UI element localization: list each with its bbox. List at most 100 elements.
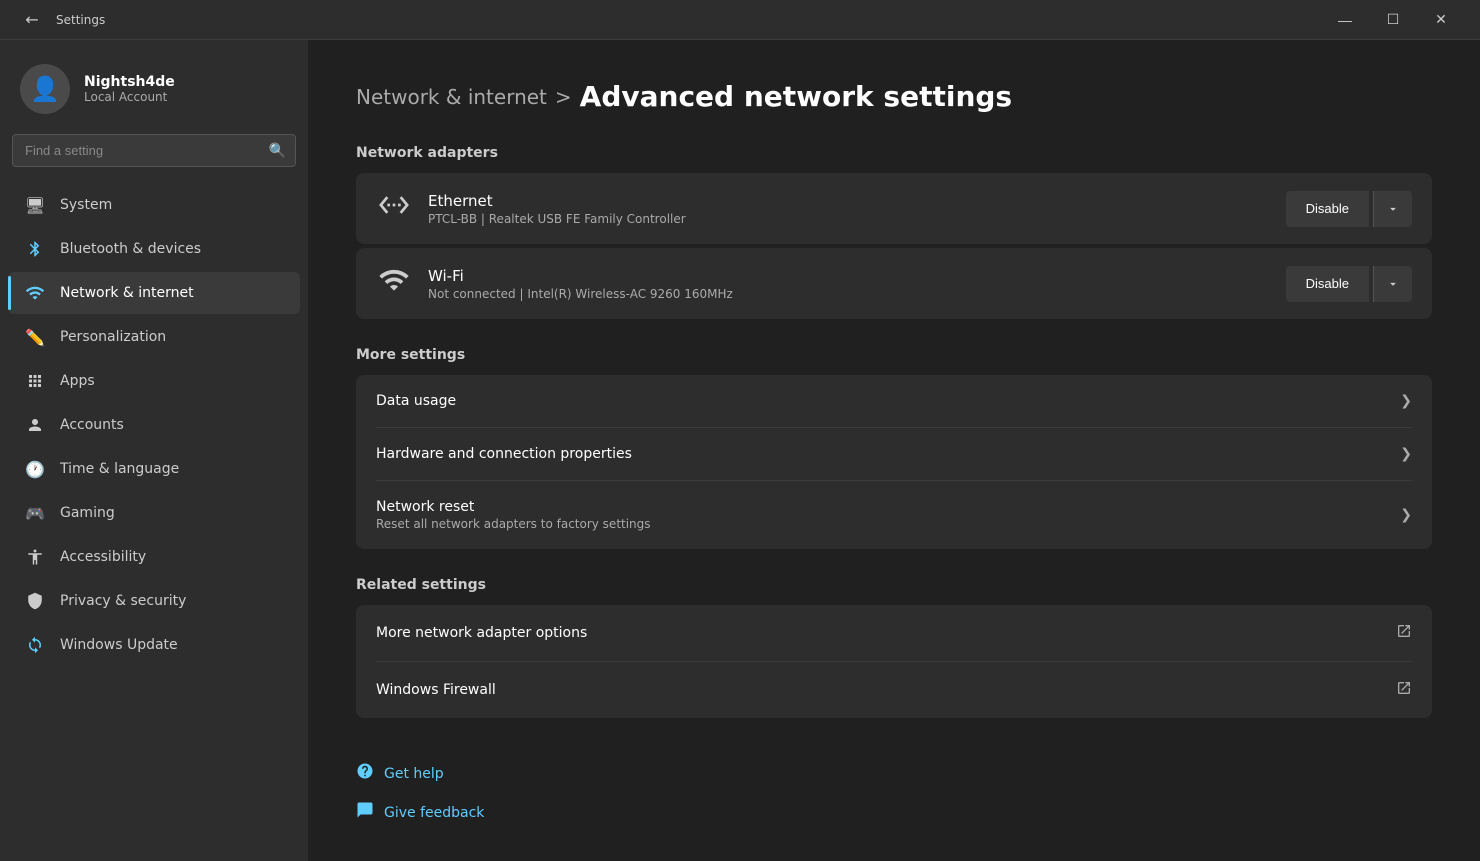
nav-network[interactable]: Network & internet bbox=[8, 272, 300, 314]
profile-name: Nightsh4de bbox=[84, 74, 175, 90]
nav-accessibility[interactable]: Accessibility bbox=[8, 536, 300, 578]
nav-bluetooth-label: Bluetooth & devices bbox=[60, 241, 201, 257]
profile-subtitle: Local Account bbox=[84, 90, 175, 104]
profile-info: Nightsh4de Local Account bbox=[84, 74, 175, 104]
give-feedback-icon bbox=[356, 801, 374, 824]
back-button[interactable]: ← bbox=[16, 4, 48, 36]
search-input[interactable] bbox=[12, 134, 296, 167]
app-title: Settings bbox=[56, 13, 1322, 27]
network-icon bbox=[24, 282, 46, 304]
ethernet-name: Ethernet bbox=[428, 192, 1270, 210]
ethernet-controls: Disable bbox=[1286, 191, 1412, 227]
nav-update[interactable]: Windows Update bbox=[8, 624, 300, 666]
firewall-content: Windows Firewall bbox=[376, 682, 1396, 698]
network-reset-chevron-icon: ❯ bbox=[1400, 507, 1412, 523]
get-help-label: Get help bbox=[384, 766, 444, 782]
close-button[interactable]: ✕ bbox=[1418, 4, 1464, 36]
nav-time-label: Time & language bbox=[60, 461, 179, 477]
personalization-icon: ✏️ bbox=[24, 326, 46, 348]
network-reset-content: Network reset Reset all network adapters… bbox=[376, 499, 1400, 531]
give-feedback-link[interactable]: Give feedback bbox=[356, 797, 1432, 828]
nav-gaming-label: Gaming bbox=[60, 505, 115, 521]
ethernet-icon bbox=[376, 189, 412, 228]
nav-system[interactable]: 🖥 System bbox=[8, 184, 300, 226]
network-reset-title: Network reset bbox=[376, 499, 1400, 515]
data-usage-content: Data usage bbox=[376, 393, 1400, 409]
wifi-name: Wi-Fi bbox=[428, 267, 1270, 285]
main-content: Network & internet > Advanced network se… bbox=[308, 40, 1480, 861]
system-icon: 🖥 bbox=[24, 194, 46, 216]
nav-bluetooth[interactable]: Bluetooth & devices bbox=[8, 228, 300, 270]
minimize-button[interactable]: — bbox=[1322, 4, 1368, 36]
accessibility-icon bbox=[24, 546, 46, 568]
wifi-disable-button[interactable]: Disable bbox=[1286, 266, 1369, 302]
firewall-row[interactable]: Windows Firewall bbox=[356, 662, 1432, 718]
more-adapter-row[interactable]: More network adapter options bbox=[356, 605, 1432, 661]
firewall-title: Windows Firewall bbox=[376, 682, 1396, 698]
sidebar: 👤 Nightsh4de Local Account 🔍 🖥 System Bl… bbox=[0, 40, 308, 861]
firewall-external-icon bbox=[1396, 680, 1412, 700]
more-adapter-content: More network adapter options bbox=[376, 625, 1396, 641]
data-usage-title: Data usage bbox=[376, 393, 1400, 409]
wifi-desc: Not connected | Intel(R) Wireless-AC 926… bbox=[428, 287, 1270, 301]
related-settings-card: More network adapter options Windows Fir… bbox=[356, 605, 1432, 718]
nav-accounts-label: Accounts bbox=[60, 417, 124, 433]
nav-accounts[interactable]: Accounts bbox=[8, 404, 300, 446]
network-reset-row[interactable]: Network reset Reset all network adapters… bbox=[356, 481, 1432, 549]
nav-gaming[interactable]: 🎮 Gaming bbox=[8, 492, 300, 534]
avatar-icon: 👤 bbox=[30, 75, 60, 103]
title-bar: ← Settings — ☐ ✕ bbox=[0, 0, 1480, 40]
nav-update-label: Windows Update bbox=[60, 637, 178, 653]
ethernet-card: Ethernet PTCL-BB | Realtek USB FE Family… bbox=[356, 173, 1432, 244]
time-icon: 🕐 bbox=[24, 458, 46, 480]
nav-time[interactable]: 🕐 Time & language bbox=[8, 448, 300, 490]
apps-icon bbox=[24, 370, 46, 392]
ethernet-desc: PTCL-BB | Realtek USB FE Family Controll… bbox=[428, 212, 1270, 226]
breadcrumb-current: Advanced network settings bbox=[580, 80, 1012, 113]
ethernet-chevron-button[interactable] bbox=[1373, 191, 1412, 227]
nav-apps-label: Apps bbox=[60, 373, 95, 389]
footer-links: Get help Give feedback bbox=[356, 758, 1432, 828]
nav-personalization-label: Personalization bbox=[60, 329, 166, 345]
accounts-icon bbox=[24, 414, 46, 436]
privacy-icon bbox=[24, 590, 46, 612]
data-usage-row[interactable]: Data usage ❯ bbox=[356, 375, 1432, 427]
wifi-icon bbox=[376, 264, 412, 303]
hardware-title: Hardware and connection properties bbox=[376, 446, 1400, 462]
give-feedback-label: Give feedback bbox=[384, 805, 484, 821]
wifi-card: Wi-Fi Not connected | Intel(R) Wireless-… bbox=[356, 248, 1432, 319]
breadcrumb-parent[interactable]: Network & internet bbox=[356, 85, 547, 109]
avatar: 👤 bbox=[20, 64, 70, 114]
search-icon: 🔍 bbox=[269, 143, 286, 159]
nav-network-label: Network & internet bbox=[60, 285, 194, 301]
more-adapter-title: More network adapter options bbox=[376, 625, 1396, 641]
nav-privacy-label: Privacy & security bbox=[60, 593, 186, 609]
profile-section: 👤 Nightsh4de Local Account bbox=[0, 40, 308, 134]
wifi-info: Wi-Fi Not connected | Intel(R) Wireless-… bbox=[428, 267, 1270, 301]
get-help-icon bbox=[356, 762, 374, 785]
wifi-chevron-button[interactable] bbox=[1373, 266, 1412, 302]
search-box: 🔍 bbox=[12, 134, 296, 167]
hardware-chevron-icon: ❯ bbox=[1400, 446, 1412, 462]
ethernet-disable-button[interactable]: Disable bbox=[1286, 191, 1369, 227]
breadcrumb-separator: > bbox=[555, 85, 572, 109]
maximize-button[interactable]: ☐ bbox=[1370, 4, 1416, 36]
nav-privacy[interactable]: Privacy & security bbox=[8, 580, 300, 622]
hardware-content: Hardware and connection properties bbox=[376, 446, 1400, 462]
network-adapters-title: Network adapters bbox=[356, 145, 1432, 161]
window-controls: — ☐ ✕ bbox=[1322, 4, 1464, 36]
more-settings-card: Data usage ❯ Hardware and connection pro… bbox=[356, 375, 1432, 549]
wifi-adapter: Wi-Fi Not connected | Intel(R) Wireless-… bbox=[356, 248, 1432, 319]
nav-personalization[interactable]: ✏️ Personalization bbox=[8, 316, 300, 358]
network-reset-subtitle: Reset all network adapters to factory se… bbox=[376, 517, 1400, 531]
ethernet-adapter: Ethernet PTCL-BB | Realtek USB FE Family… bbox=[356, 173, 1432, 244]
related-settings-title: Related settings bbox=[356, 577, 1432, 593]
hardware-row[interactable]: Hardware and connection properties ❯ bbox=[356, 428, 1432, 480]
get-help-link[interactable]: Get help bbox=[356, 758, 1432, 789]
app-container: 👤 Nightsh4de Local Account 🔍 🖥 System Bl… bbox=[0, 40, 1480, 861]
gaming-icon: 🎮 bbox=[24, 502, 46, 524]
nav-apps[interactable]: Apps bbox=[8, 360, 300, 402]
nav-system-label: System bbox=[60, 197, 112, 213]
update-icon bbox=[24, 634, 46, 656]
nav-accessibility-label: Accessibility bbox=[60, 549, 146, 565]
